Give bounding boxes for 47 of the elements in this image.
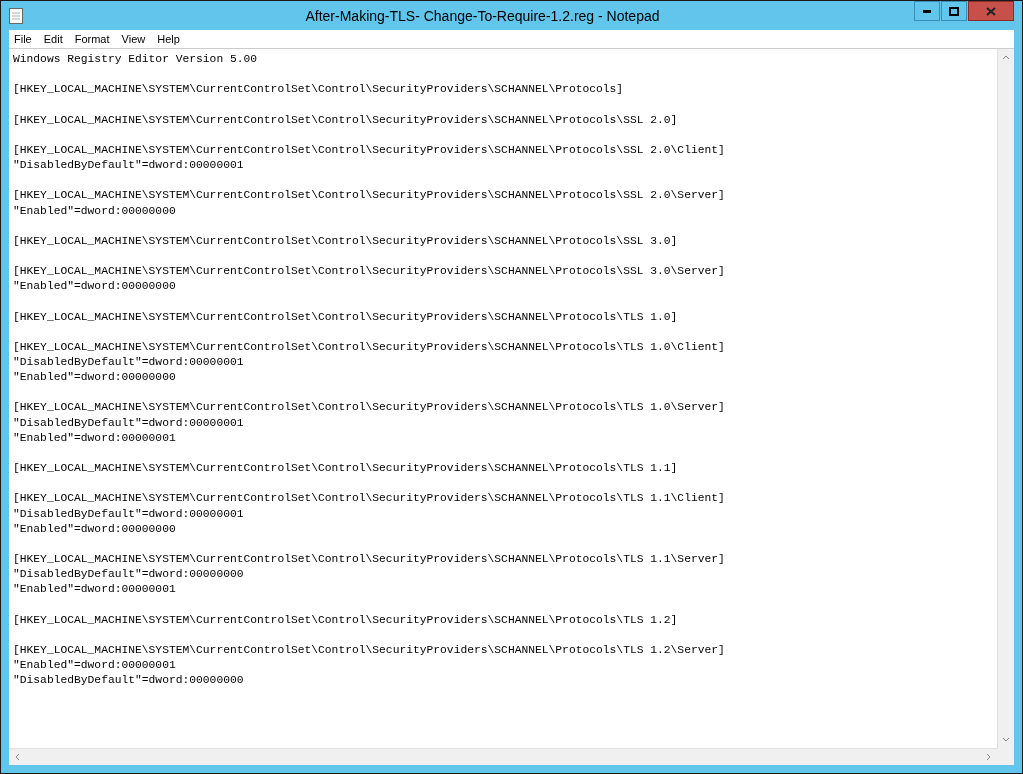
scroll-down-icon (1002, 737, 1010, 742)
menu-item[interactable]: Format (69, 33, 117, 45)
text-line: [HKEY_LOCAL_MACHINE\SYSTEM\CurrentControlSet\Control\SecurityProviders\SCHANNEL\Protocols\TLS 1.0\Server] (13, 400, 726, 416)
text-line: "DisabledByDefault"=dword:00000000 (13, 673, 245, 689)
minimize-icon (923, 9, 931, 13)
text-line: "Enabled"=dword:00000001 (13, 430, 177, 446)
horizontal-scrollbar[interactable] (9, 748, 997, 765)
text-line: Windows Registry Editor Version 5.00 (13, 52, 259, 67)
text-line: "DisabledByDefault"=dword:00000000 (13, 567, 245, 583)
text-line: [HKEY_LOCAL_MACHINE\SYSTEM\CurrentControlSet\Control\SecurityProviders\SCHANNEL\Protocols\SSL 2.0\Client] (13, 142, 726, 158)
text-line: [HKEY_LOCAL_MACHINE\SYSTEM\CurrentControlSet\Control\SecurityProviders\SCHANNEL\Protocols\SSL 3.0] (13, 233, 679, 249)
text-line: [HKEY_LOCAL_MACHINE\SYSTEM\CurrentControlSet\Control\SecurityProviders\SCHANNEL\Protocols\TLS 1.2] (13, 612, 679, 628)
text-line: [HKEY_LOCAL_MACHINE\SYSTEM\CurrentControlSet\Control\SecurityProviders\SCHANNEL\Protocols\SSL 3.0\Server] (13, 264, 726, 280)
text-line: [HKEY_LOCAL_MACHINE\SYSTEM\CurrentControlSet\Control\SecurityProviders\SCHANNEL\Protocols\SSL 2.0] (13, 112, 679, 128)
window-title: After-Making-TLS- Change-To-Require-1.2.reg - Notepad (304, 7, 661, 24)
menu-item[interactable]: View (116, 33, 153, 45)
notepad-icon (9, 7, 23, 24)
text-line: "DisabledByDefault"=dword:00000001 (13, 415, 245, 431)
maximize-button[interactable] (941, 1, 967, 21)
text-line: "Enabled"=dword:00000001 (13, 582, 177, 598)
scroll-up-icon (1002, 55, 1010, 60)
text-line: [HKEY_LOCAL_MACHINE\SYSTEM\CurrentControlSet\Control\SecurityProviders\SCHANNEL\Protocols] (13, 82, 625, 98)
minimize-button[interactable] (914, 1, 940, 21)
close-button[interactable] (968, 1, 1014, 21)
text-line: [HKEY_LOCAL_MACHINE\SYSTEM\CurrentControlSet\Control\SecurityProviders\SCHANNEL\Protocols\TLS 1.1\Client] (13, 491, 726, 507)
maximize-icon (949, 6, 959, 16)
text-line: [HKEY_LOCAL_MACHINE\SYSTEM\CurrentControlSet\Control\SecurityProviders\SCHANNEL\Protocols\TLS 1.1] (13, 461, 679, 477)
menu-item[interactable]: Help (152, 33, 187, 45)
text-line: [HKEY_LOCAL_MACHINE\SYSTEM\CurrentControlSet\Control\SecurityProviders\SCHANNEL\Protocols\TLS 1.2\Server] (13, 642, 726, 658)
text-line: "Enabled"=dword:00000000 (13, 279, 177, 295)
text-line: "Enabled"=dword:00000001 (13, 658, 177, 674)
vertical-scrollbar[interactable] (997, 49, 1014, 748)
close-icon (986, 6, 996, 16)
text-line: [HKEY_LOCAL_MACHINE\SYSTEM\CurrentControlSet\Control\SecurityProviders\SCHANNEL\Protocols\TLS 1.0] (13, 309, 679, 325)
text-line: [HKEY_LOCAL_MACHINE\SYSTEM\CurrentControlSet\Control\SecurityProviders\SCHANNEL\Protocols\SSL 2.0\Server] (13, 188, 726, 204)
text-line: "Enabled"=dword:00000000 (13, 521, 177, 537)
text-line: "DisabledByDefault"=dword:00000001 (13, 158, 245, 174)
menu-item[interactable]: File (9, 33, 39, 45)
scroll-right-icon (986, 753, 991, 761)
text-line: [HKEY_LOCAL_MACHINE\SYSTEM\CurrentControlSet\Control\SecurityProviders\SCHANNEL\Protocols\TLS 1.1\Server] (13, 551, 726, 567)
menu-item[interactable]: Edit (38, 33, 70, 45)
text-line: [HKEY_LOCAL_MACHINE\SYSTEM\CurrentControlSet\Control\SecurityProviders\SCHANNEL\Protocols\TLS 1.0\Client] (13, 339, 726, 355)
text-line: "Enabled"=dword:00000000 (13, 203, 177, 219)
text-line: "DisabledByDefault"=dword:00000001 (13, 506, 245, 522)
text-line: "DisabledByDefault"=dword:00000001 (13, 355, 245, 370)
scroll-left-icon (15, 753, 20, 761)
text-line: "Enabled"=dword:00000000 (13, 370, 177, 386)
